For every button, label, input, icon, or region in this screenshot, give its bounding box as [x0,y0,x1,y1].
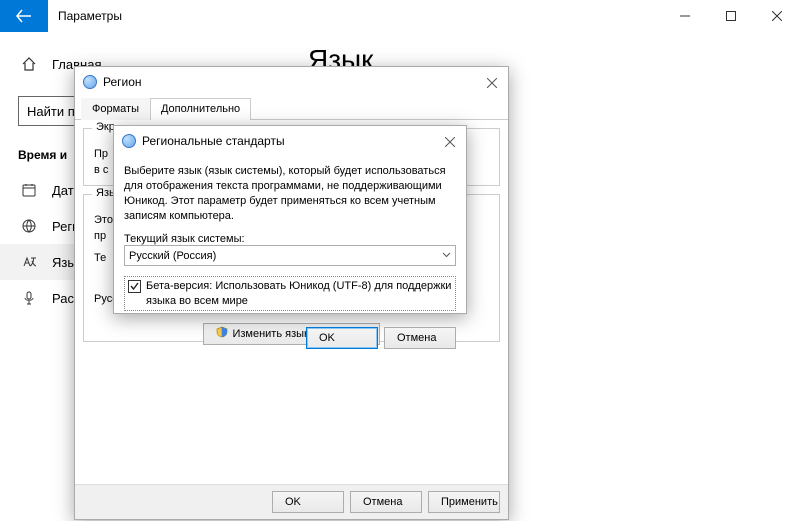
region-ok[interactable]: OK [272,491,344,513]
regional-ok[interactable]: OK [306,327,378,349]
settings-titlebar: Параметры [0,0,800,32]
tab-formats[interactable]: Форматы [81,98,150,120]
region-dialog-titlebar[interactable]: Регион [75,67,508,97]
system-language-value: Русский (Россия) [129,250,216,262]
region-buttons: OK Отмена Применить [75,484,508,519]
globe-icon [83,75,97,89]
tab-additional[interactable]: Дополнительно [150,98,251,120]
maximize-button[interactable] [708,0,754,32]
system-language-select[interactable]: Русский (Россия) [124,245,456,266]
regional-dialog-titlebar[interactable]: Региональные стандарты [114,126,466,156]
beta-utf8-checkbox[interactable] [128,280,141,293]
region-apply[interactable]: Применить [428,491,500,513]
regional-standards-dialog: Региональные стандарты Выберите язык (яз… [113,125,467,314]
home-icon [20,55,38,73]
mic-icon [20,289,38,307]
regional-dialog-close[interactable] [440,132,460,152]
calendar-icon [20,181,38,199]
region-tabs: Форматы Дополнительно [75,97,508,120]
chevron-down-icon [442,250,451,262]
globe-icon [122,134,136,148]
minimize-button[interactable] [662,0,708,32]
close-button[interactable] [754,0,800,32]
regional-buttons: OK Отмена [114,321,466,357]
globe-icon [20,217,38,235]
beta-utf8-label: Бета-версия: Использовать Юникод (UTF-8)… [146,279,452,308]
regional-dialog-title: Региональные стандарты [142,134,285,148]
back-button[interactable] [0,0,48,32]
region-cancel[interactable]: Отмена [350,491,422,513]
current-language-label: Текущий язык системы: [124,233,456,245]
language-icon [20,253,38,271]
region-dialog-title: Регион [103,75,142,89]
settings-title: Параметры [58,9,122,23]
region-dialog-close[interactable] [482,73,502,93]
regional-instruction: Выберите язык (язык системы), который бу… [124,164,456,223]
beta-utf8-checkbox-row[interactable]: Бета-версия: Использовать Юникод (UTF-8)… [124,276,456,311]
regional-cancel[interactable]: Отмена [384,327,456,349]
